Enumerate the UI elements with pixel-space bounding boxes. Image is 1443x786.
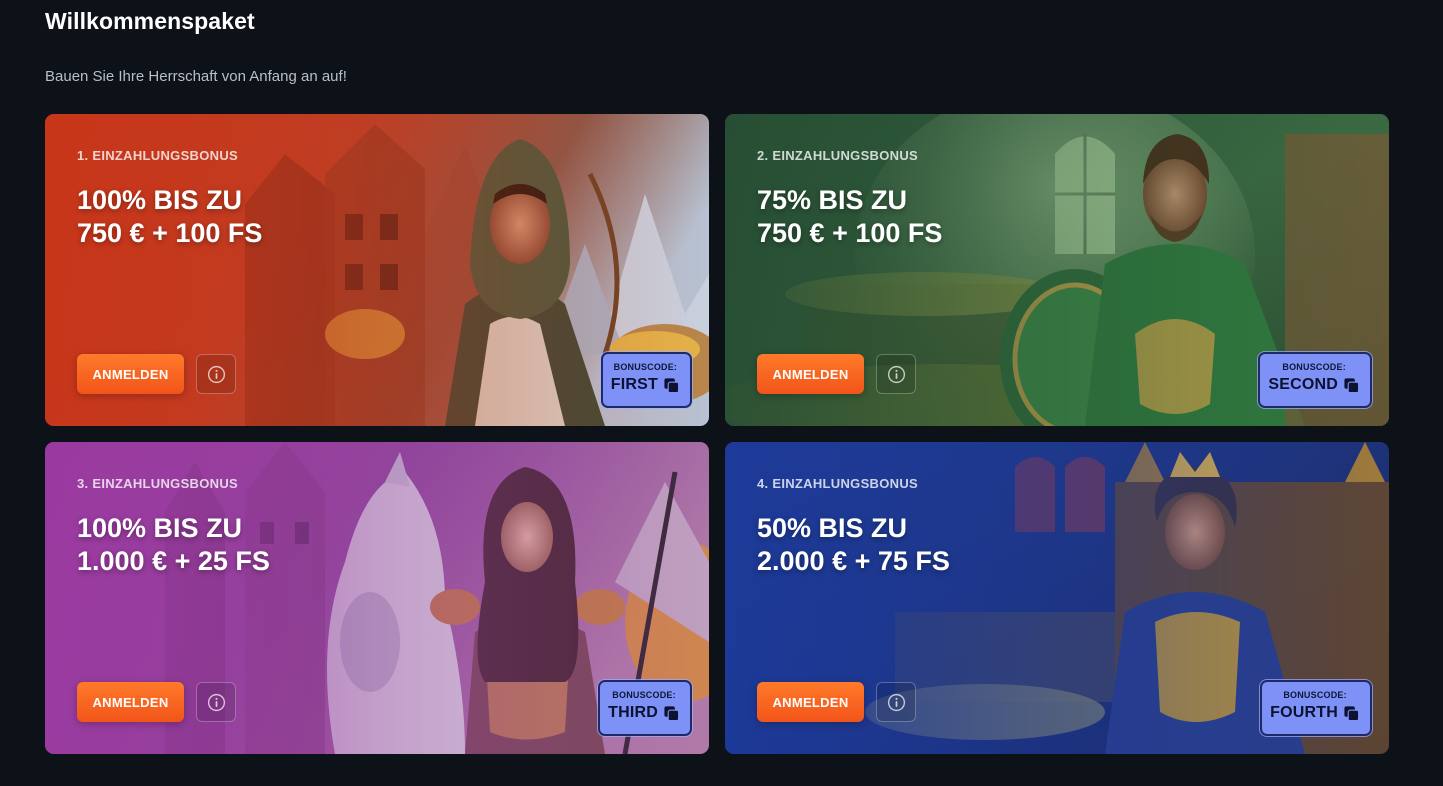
bonus-card-3: 3. EINZAHLUNGSBONUS 100% BIS ZU 1.000 € … bbox=[45, 442, 709, 754]
card-eyebrow: 2. EINZAHLUNGSBONUS bbox=[757, 148, 918, 163]
offer-line-amount: 1.000 € + 25 FS bbox=[77, 546, 270, 576]
info-button[interactable] bbox=[876, 682, 916, 722]
bonus-code-label: BONUSCODE: bbox=[613, 362, 678, 372]
info-button[interactable] bbox=[196, 354, 236, 394]
offer-headline: 75% BIS ZU 750 € + 100 FS bbox=[757, 184, 942, 250]
offer-headline: 100% BIS ZU 750 € + 100 FS bbox=[77, 184, 262, 250]
info-circle-icon bbox=[207, 693, 225, 711]
copy-icon[interactable] bbox=[1343, 705, 1360, 722]
card-eyebrow: 3. EINZAHLUNGSBONUS bbox=[77, 476, 238, 491]
register-button[interactable]: ANMELDEN bbox=[77, 682, 184, 722]
bonus-code-value: FOURTH bbox=[1270, 704, 1338, 721]
offer-line-amount: 2.000 € + 75 FS bbox=[757, 546, 950, 576]
bonus-code-value: SECOND bbox=[1268, 376, 1338, 393]
copy-icon[interactable] bbox=[663, 705, 680, 722]
copy-icon[interactable] bbox=[663, 377, 680, 394]
bonus-code-row: FOURTH bbox=[1270, 704, 1360, 722]
bonus-card-2: 2. EINZAHLUNGSBONUS 75% BIS ZU 750 € + 1… bbox=[725, 114, 1389, 426]
register-button[interactable]: ANMELDEN bbox=[757, 354, 864, 394]
offer-headline: 50% BIS ZU 2.000 € + 75 FS bbox=[757, 512, 950, 578]
card-eyebrow: 4. EINZAHLUNGSBONUS bbox=[757, 476, 918, 491]
offer-line-percent: 100% BIS ZU bbox=[77, 513, 243, 543]
info-circle-icon bbox=[887, 365, 905, 383]
bonus-code-copy[interactable]: BONUSCODE: THIRD bbox=[598, 680, 692, 736]
bonus-code-value: THIRD bbox=[608, 704, 658, 721]
bonus-card-4: 4. EINZAHLUNGSBONUS 50% BIS ZU 2.000 € +… bbox=[725, 442, 1389, 754]
offer-line-percent: 75% BIS ZU bbox=[757, 185, 908, 215]
bonus-code-row: FIRST bbox=[611, 376, 680, 394]
register-button[interactable]: ANMELDEN bbox=[77, 354, 184, 394]
offer-line-percent: 100% BIS ZU bbox=[77, 185, 243, 215]
bonus-code-row: SECOND bbox=[1268, 376, 1360, 394]
register-button[interactable]: ANMELDEN bbox=[757, 682, 864, 722]
bonus-code-copy[interactable]: BONUSCODE: FOURTH bbox=[1260, 680, 1372, 736]
bonus-code-copy[interactable]: BONUSCODE: SECOND bbox=[1258, 352, 1372, 408]
card-eyebrow: 1. EINZAHLUNGSBONUS bbox=[77, 148, 238, 163]
bonus-code-label: BONUSCODE: bbox=[1282, 362, 1346, 372]
info-circle-icon bbox=[207, 365, 225, 383]
bonus-card-1: 1. EINZAHLUNGSBONUS 100% BIS ZU 750 € + … bbox=[45, 114, 709, 426]
bonus-code-label: BONUSCODE: bbox=[612, 690, 676, 700]
info-circle-icon bbox=[887, 693, 905, 711]
offer-line-amount: 750 € + 100 FS bbox=[77, 218, 263, 248]
info-button[interactable] bbox=[876, 354, 916, 394]
section-subtitle: Bauen Sie Ihre Herrschaft von Anfang an … bbox=[45, 68, 347, 85]
offer-line-percent: 50% BIS ZU bbox=[757, 513, 908, 543]
bonus-code-label: BONUSCODE: bbox=[1283, 690, 1347, 700]
offer-line-amount: 750 € + 100 FS bbox=[757, 218, 943, 248]
section-title: Willkommenspaket bbox=[45, 8, 255, 34]
welcome-package-page: Willkommenspaket Bauen Sie Ihre Herrscha… bbox=[0, 0, 1443, 786]
copy-icon[interactable] bbox=[1343, 377, 1360, 394]
bonus-code-row: THIRD bbox=[608, 704, 680, 722]
bonus-code-value: FIRST bbox=[610, 376, 658, 393]
offer-headline: 100% BIS ZU 1.000 € + 25 FS bbox=[77, 512, 270, 578]
bonus-code-copy[interactable]: BONUSCODE: FIRST bbox=[600, 352, 692, 408]
info-button[interactable] bbox=[196, 682, 236, 722]
